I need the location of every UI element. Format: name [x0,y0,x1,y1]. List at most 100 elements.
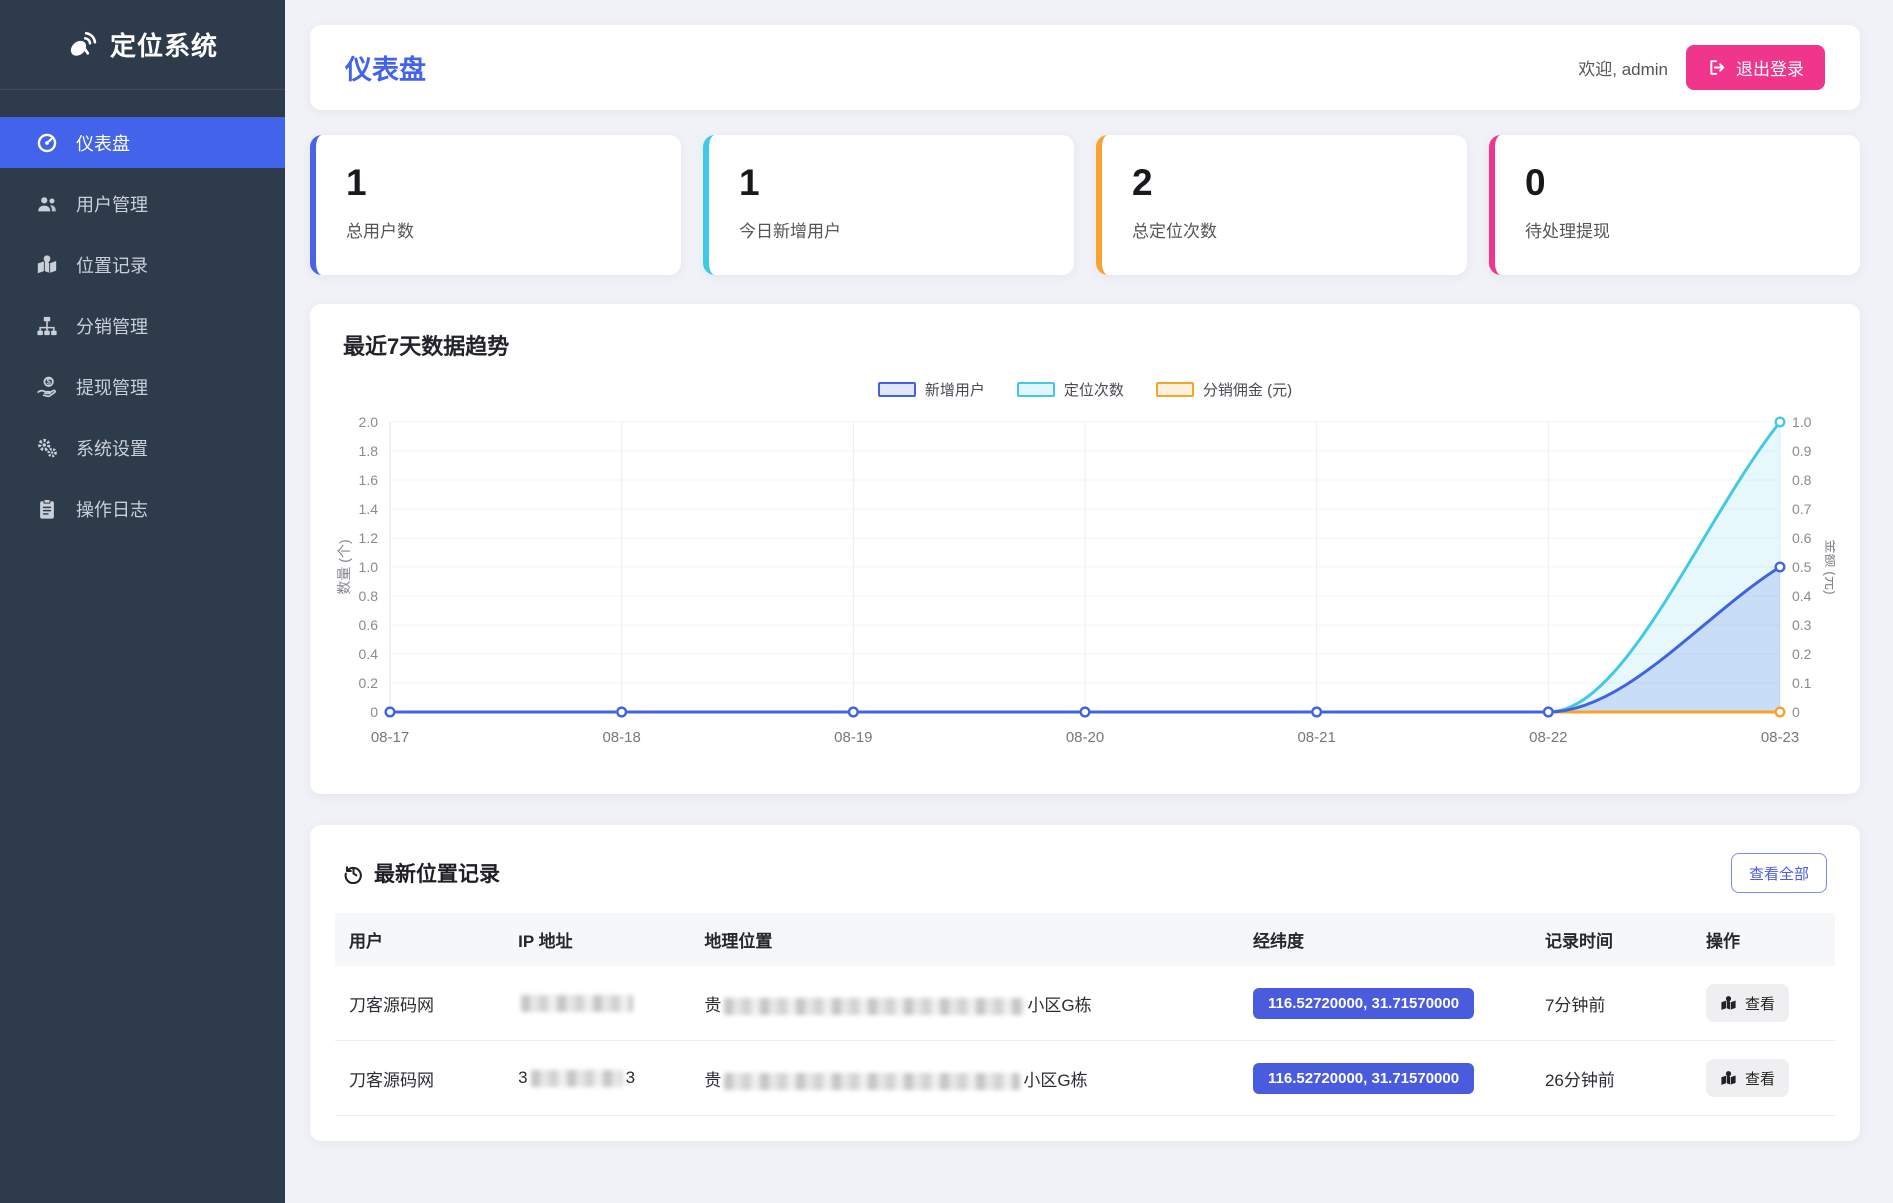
svg-text:2.0: 2.0 [359,414,379,430]
map-view-icon [1720,1070,1737,1087]
logout-label: 退出登录 [1736,55,1804,80]
coords-cell: 116.52720000, 31.71570000 [1241,1041,1533,1116]
svg-text:0.8: 0.8 [1792,472,1812,488]
logout-button[interactable]: 退出登录 [1686,45,1825,90]
svg-text:0.6: 0.6 [359,617,379,633]
sidebar-item-map-marked[interactable]: 位置记录 [0,239,285,290]
column-header: 操作 [1694,913,1835,966]
redacted-text [521,995,633,1012]
column-header: 经纬度 [1241,913,1533,966]
svg-text:1.0: 1.0 [359,559,379,575]
records-title-row: 最新位置记录 [343,858,500,888]
svg-text:1.6: 1.6 [359,472,379,488]
user-cell: 刀客源码网 [335,966,506,1041]
legend-item[interactable]: 定位次数 [1017,379,1124,400]
trend-line-chart: 000.20.10.40.20.60.30.80.41.00.51.20.61.… [335,404,1835,766]
sidebar-item-label: 系统设置 [76,435,148,461]
svg-text:1.0: 1.0 [1792,414,1812,430]
svg-text:0.5: 0.5 [1792,559,1812,575]
column-header: IP 地址 [506,913,692,966]
map-view-icon [1720,995,1737,1012]
stat-value: 2 [1132,161,1437,205]
redacted-text [724,1073,1020,1090]
history-icon [343,863,364,884]
svg-text:1.4: 1.4 [359,501,379,517]
geo-cell: 贵小区G栋 [692,1041,1241,1116]
column-header: 地理位置 [692,913,1241,966]
chart-legend: 新增用户 定位次数 分销佣金 (元) [335,379,1835,400]
satellite-dish-icon [67,30,97,60]
stat-label: 待处理提现 [1525,217,1830,242]
view-all-button[interactable]: 查看全部 [1731,853,1827,893]
sitemap-icon [36,315,58,337]
column-header: 记录时间 [1533,913,1694,966]
coords-cell: 116.52720000, 31.71570000 [1241,966,1533,1041]
svg-text:0.4: 0.4 [359,646,379,662]
stat-card: 0待处理提现 [1489,135,1860,275]
sidebar-item-sitemap[interactable]: 分销管理 [0,300,285,351]
record-row: 刀客源码网33贵小区G栋 116.52720000, 31.71570000 26分… [335,1041,1835,1116]
trend-chart-card: 最近7天数据趋势 新增用户定位次数分销佣金 (元) 000.20.10.40.2… [310,304,1860,794]
sidebar-item-label: 操作日志 [76,496,148,522]
coords-badge: 116.52720000, 31.71570000 [1253,1063,1474,1094]
stat-card: 1今日新增用户 [703,135,1074,275]
users-icon [36,193,58,215]
hand-dollar-icon: $ [36,376,58,398]
svg-text:08-18: 08-18 [602,729,640,746]
sidebar-item-label: 提现管理 [76,374,148,400]
geo-cell: 贵小区G栋 [692,966,1241,1041]
stat-card: 2 总定位次数 [1096,135,1467,275]
record-row: 刀客源码网 贵小区G栋116.52720000, 31.715700007分钟前 查… [335,966,1835,1041]
time-cell: 7分钟前 [1533,966,1694,1041]
view-record-button[interactable]: 查看 [1706,1059,1789,1097]
sidebar-nav: 仪表盘用户管理位置记录分销管理 $ 提现管理系统设置操作日志 [0,90,285,534]
clipboard-list-icon [36,498,58,520]
latest-records-card: 最新位置记录 查看全部 用户IP 地址地理位置经纬度记录时间操作 刀客源码网贵小… [310,825,1860,1141]
sidebar-item-label: 位置记录 [76,252,148,278]
records-table: 用户IP 地址地理位置经纬度记录时间操作 刀客源码网贵小区G栋116.52720… [335,913,1835,1116]
welcome-text: 欢迎, admin [1578,55,1668,80]
app-title: 定位系统 [110,26,218,63]
legend-swatch [878,382,916,397]
legend-label: 新增用户 [925,379,985,400]
legend-swatch [1017,382,1055,397]
header-bar: 仪表盘 欢迎, admin 退出登录 [310,25,1860,110]
sidebar-item-label: 用户管理 [76,191,148,217]
svg-text:0: 0 [370,704,378,720]
records-title: 最新位置记录 [374,858,500,888]
page-title: 仪表盘 [345,48,426,87]
map-marked-icon [36,254,58,276]
time-cell: 26分钟前 [1533,1041,1694,1116]
redacted-text [531,1070,623,1087]
svg-text:0.8: 0.8 [359,588,379,604]
svg-text:0.9: 0.9 [1792,443,1812,459]
legend-item[interactable]: 分销佣金 (元) [1156,379,1292,400]
svg-text:1.2: 1.2 [359,530,379,546]
main-content: 仪表盘 欢迎, admin 退出登录 1总用户数1今日新增用户2总定位次数0待处… [285,0,1893,1141]
view-label: 查看 [1745,993,1775,1014]
sidebar-item-cogs[interactable]: 系统设置 [0,422,285,473]
app-logo: 定位系统 [0,0,285,90]
svg-text:0.3: 0.3 [1792,617,1812,633]
svg-text:0.4: 0.4 [1792,588,1812,604]
sign-out-icon [1707,58,1726,77]
legend-item[interactable]: 新增用户 [878,379,985,400]
sidebar: 定位系统 仪表盘用户管理位置记录分销管理 $ 提现管理系统设置操作日志 [0,0,285,1203]
sidebar-item-hand-dollar[interactable]: $ 提现管理 [0,361,285,412]
redacted-text [724,998,1024,1015]
svg-text:0.2: 0.2 [1792,646,1812,662]
stat-card: 1总用户数 [310,135,681,275]
svg-text:08-23: 08-23 [1761,729,1799,746]
view-record-button[interactable]: 查看 [1706,984,1789,1022]
cogs-icon [36,437,58,459]
svg-text:0.6: 0.6 [1792,530,1812,546]
sidebar-item-users[interactable]: 用户管理 [0,178,285,229]
column-header: 用户 [335,913,506,966]
ip-cell: 33 [506,1041,692,1116]
user-cell: 刀客源码网 [335,1041,506,1116]
sidebar-item-clipboard-list[interactable]: 操作日志 [0,483,285,534]
stat-label: 总定位次数 [1132,217,1437,242]
sidebar-item-gauge[interactable]: 仪表盘 [0,117,285,168]
stat-value: 1 [739,161,1044,205]
svg-text:08-22: 08-22 [1529,729,1567,746]
